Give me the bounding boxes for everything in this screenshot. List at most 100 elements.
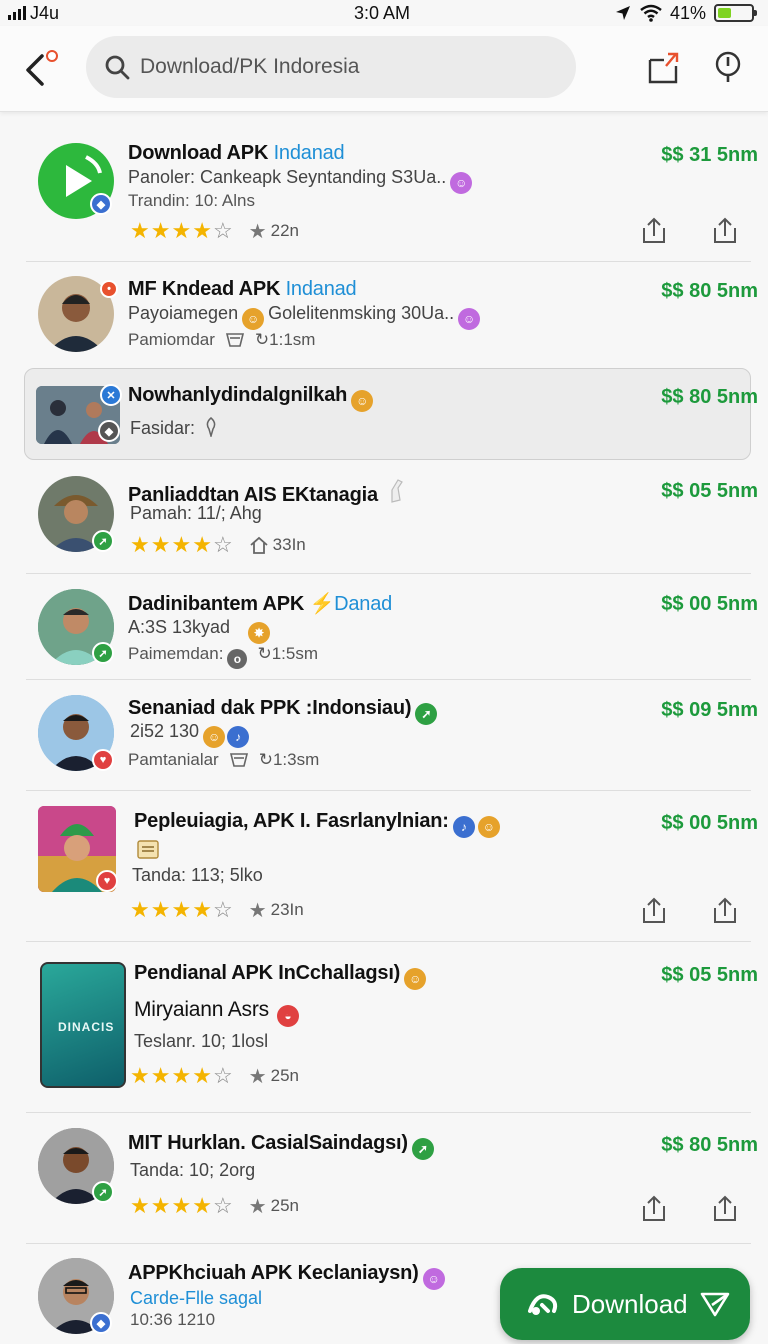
app-subtitle: 2i52 130 ☺ ♪ [130, 721, 250, 748]
link-badge-icon: ➚ [92, 642, 114, 664]
share-icon[interactable] [640, 896, 668, 924]
rating: ★ ★ ★ ★ ☆ 33In [130, 532, 306, 557]
share-icon[interactable] [711, 896, 739, 924]
star-icon: ★ [248, 220, 267, 243]
app-meta: Pamtanialar ↻1:3sm [128, 750, 320, 769]
rating-count: 25n [270, 1196, 299, 1215]
phone-screen-text: DINACIS [58, 1020, 115, 1034]
app-title[interactable]: Pepleuiagia, APK I. Fasrlanylnian: ♪ ☺ [134, 810, 500, 838]
app-price: $$ 00 5nm [661, 812, 758, 834]
star-icon: ★ [248, 1065, 267, 1088]
badge-icon: o [227, 649, 248, 669]
emoji-icon: ➚ [411, 1138, 434, 1160]
app-title[interactable]: MF Kndead APK Indanad [128, 278, 357, 301]
tools-badge-icon: ✕ [100, 384, 122, 406]
status-badge-icon: • [100, 280, 118, 298]
download-fab-button[interactable]: Download [500, 1268, 750, 1340]
app-subtitle: Tanda: 113; 5lko [132, 865, 263, 885]
list-item-selected[interactable] [24, 368, 751, 460]
wifi-icon [640, 4, 662, 22]
rating-count: 33In [272, 535, 306, 554]
app-price: $$ 80 5nm [661, 386, 758, 408]
emoji-icon: ☺ [422, 1268, 445, 1290]
bottle-icon [391, 479, 403, 503]
app-meta: Pamiomdar ↻1:1sm [128, 330, 316, 349]
app-subtitle: Teslanr. 10; 1losl [134, 1031, 269, 1051]
emoji-icon: ☺ [477, 816, 500, 838]
emoji-icon: ◒ [276, 1005, 299, 1027]
download-label: Download [572, 1288, 688, 1319]
app-subtitle: A:3S 13kyad ✸ [128, 617, 271, 644]
app-meta: Paimemdan: o ↻1:5sm [128, 644, 318, 669]
download-fab-icon [528, 1294, 558, 1315]
app-subtitle: Tanda: 10; 2org [130, 1160, 256, 1180]
app-price: $$ 05 5nm [661, 964, 758, 986]
app-header [0, 26, 768, 112]
search-bar[interactable] [86, 36, 576, 98]
battery-percent: 41% [669, 2, 706, 23]
search-icon [105, 55, 130, 80]
app-title[interactable]: Download APK Indanad [128, 142, 345, 165]
status-left: J4u [8, 3, 59, 24]
app-title[interactable]: APPKhciuah APK Keclaniaysn) ☺ [128, 1262, 445, 1290]
app-title[interactable]: Pendianal APK InCchallagsı) ☺ [134, 962, 427, 990]
calendar-icon [137, 840, 159, 859]
status-time: 3:0 AM [354, 2, 411, 23]
share-icon[interactable] [640, 216, 668, 244]
title-link[interactable]: Indanad [274, 142, 345, 164]
title-link[interactable]: Danad [334, 593, 392, 615]
verified-badge-icon: ◆ [90, 193, 112, 215]
pin-icon [206, 417, 216, 437]
rating-count: 25n [270, 1066, 299, 1085]
emoji-icon: ☺ [450, 172, 473, 194]
star-icon: ★ [248, 1195, 267, 1218]
send-icon [700, 1292, 729, 1317]
rating-count: 22n [270, 221, 299, 240]
app-price: $$ 31 5nm [661, 144, 758, 166]
app-meta: Trandin: 10: Alns [128, 191, 255, 210]
tray-icon [229, 753, 248, 767]
emoji-icon: ☺ [458, 308, 481, 330]
diamond-badge-icon: ◆ [98, 420, 120, 442]
status-right: 41% [614, 2, 757, 24]
rating: ★ ★ ★ ★ ☆ ★ 22n [130, 218, 299, 243]
info-button[interactable] [712, 48, 752, 88]
share-icon[interactable] [711, 216, 739, 244]
emoji-icon: ☺ [404, 968, 427, 990]
back-button[interactable] [20, 46, 64, 90]
verified-badge-icon: ◆ [90, 1312, 112, 1334]
app-subtitle: Pamah: 11/; Ahg [130, 503, 262, 523]
link-badge-icon: ➚ [92, 530, 114, 552]
share-button[interactable] [644, 48, 684, 88]
battery-level [718, 8, 732, 18]
app-meta: 10:36 1210 [130, 1310, 216, 1329]
home-icon [250, 536, 268, 554]
search-input[interactable] [140, 55, 560, 79]
app-title[interactable]: Nowhanlydindalgnilkah ☺ [128, 384, 374, 412]
share-icon[interactable] [711, 1194, 739, 1222]
app-title[interactable]: Dadinibantem APK ⚡Danad [128, 591, 392, 616]
rating: ★ ★ ★ ★ ☆ ★ 25n [130, 1193, 299, 1218]
heart-badge-icon: ♥ [92, 749, 114, 771]
star-icon: ★ [248, 899, 267, 922]
app-subtitle-link[interactable]: Carde-Flle sagal [130, 1288, 262, 1309]
status-bar: J4u 3:0 AM 41% [0, 0, 768, 26]
app-title[interactable]: MIT Hurklan. CasialSaindagsı) ➚ [128, 1132, 434, 1160]
app-subtitle: Payoiamegen ☺ Golelitenmsking 30Ua.. ☺ [128, 303, 481, 330]
emoji-icon: ✸ [248, 622, 271, 644]
emoji-icon: ♪ [227, 726, 250, 748]
share-icon[interactable] [640, 1194, 668, 1222]
heart-badge-icon: ♥ [96, 870, 118, 892]
phone-thumbnail: DINACIS [40, 962, 126, 1088]
app-price: $$ 05 5nm [661, 480, 758, 502]
app-subtitle: Panoler: Cankeapk Seyntanding S3Ua.. ☺ [128, 167, 473, 194]
app-price: $$ 80 5nm [661, 1134, 758, 1156]
app-price: $$ 00 5nm [661, 593, 758, 615]
rating: ★ ★ ★ ★ ☆ ★ 25n [130, 1063, 299, 1088]
tray-icon [225, 333, 244, 347]
title-link[interactable]: Indanad [286, 278, 357, 300]
share-box-icon [648, 52, 679, 84]
app-subtitle-title: Miryaiann Asrs ◒ [134, 998, 299, 1027]
emoji-icon: ☺ [242, 308, 265, 330]
signal-icon [8, 6, 26, 20]
